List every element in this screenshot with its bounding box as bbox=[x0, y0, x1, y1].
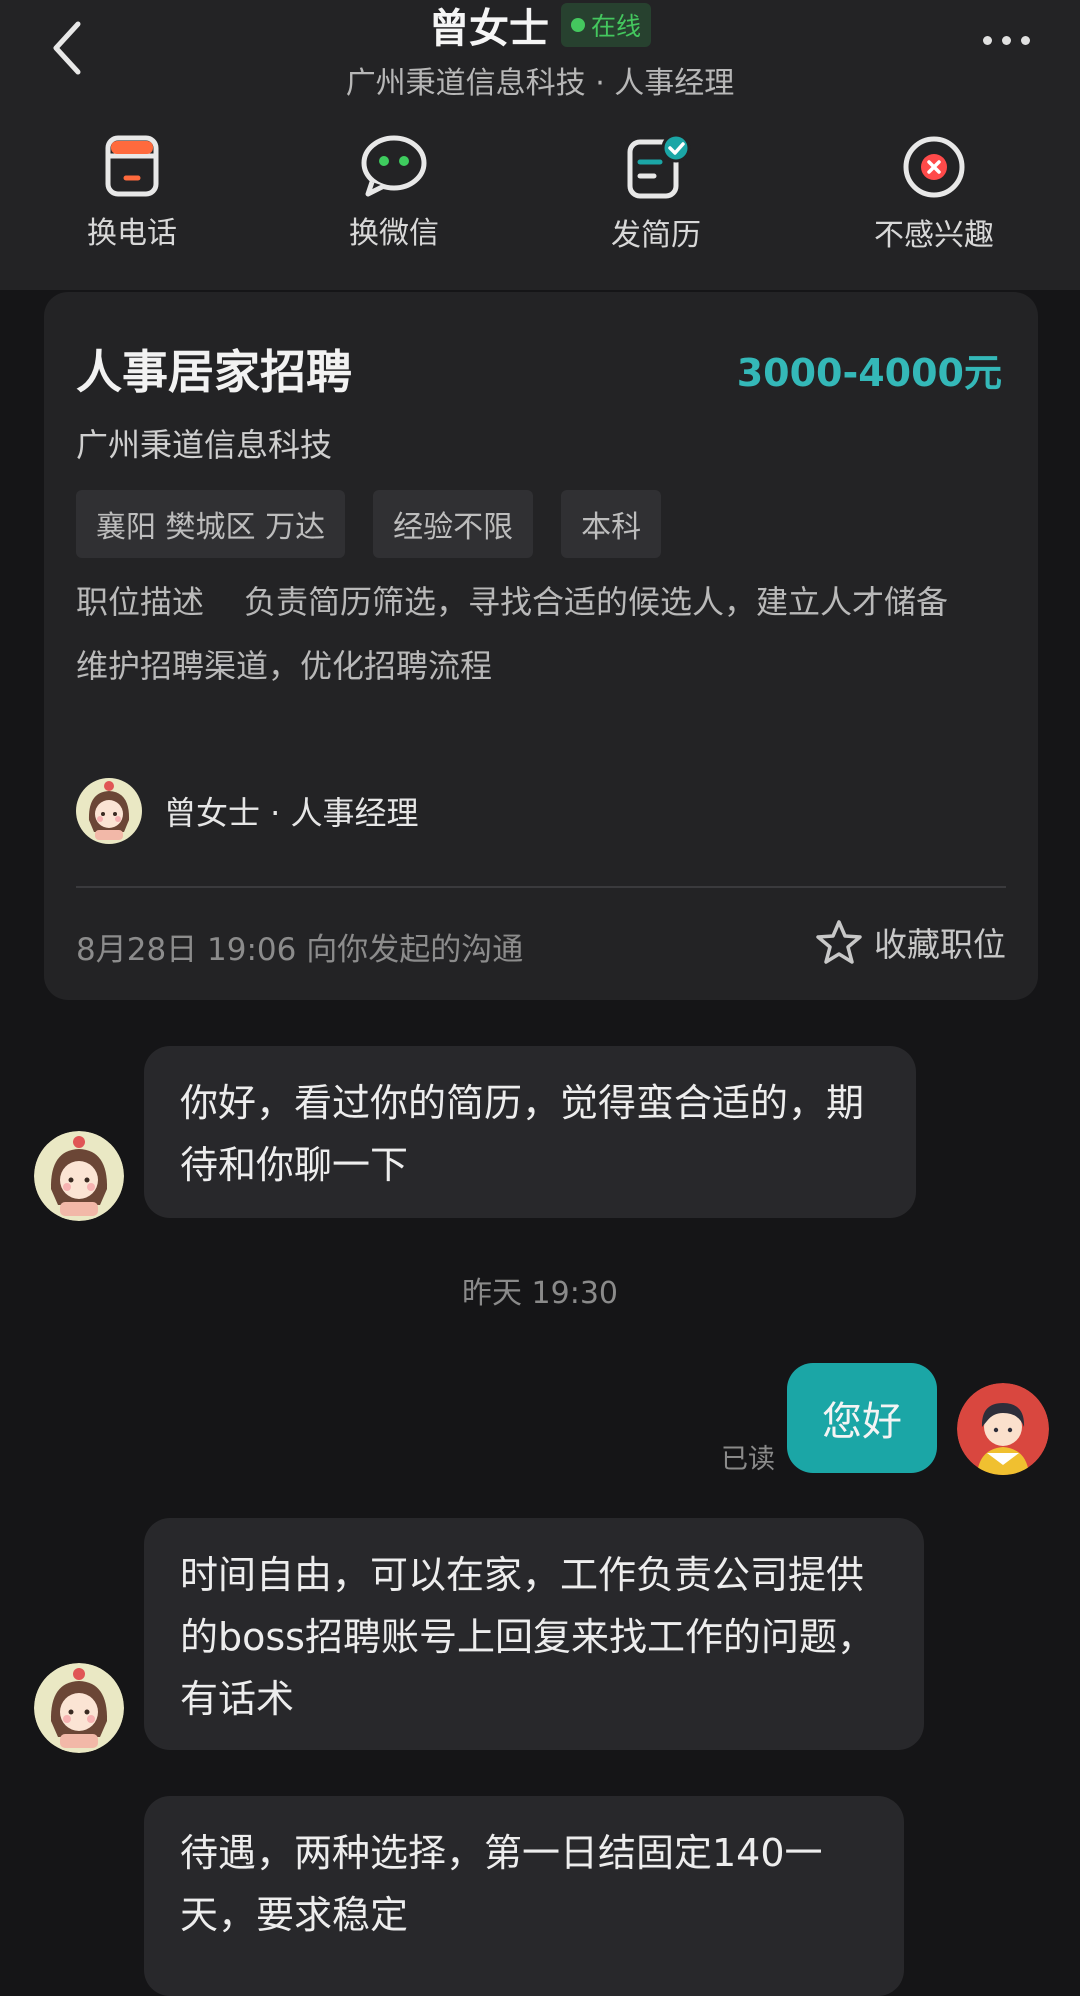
contact-name: 曾女士 bbox=[428, 6, 549, 52]
message-bubble-recruiter[interactable]: 你好，看过你的简历，觉得蛮合适的，期待和你聊一下 bbox=[144, 1046, 916, 1218]
description-label: 职位描述 bbox=[76, 583, 205, 621]
favorite-label: 收藏职位 bbox=[874, 925, 1006, 964]
chat-header: 曾女士 在线 广州秉道信息科技 · 人事经理 换电话 换微信 发简历 不感兴趣 bbox=[0, 0, 1080, 290]
avatar[interactable] bbox=[34, 1131, 124, 1221]
action-label: 换微信 bbox=[349, 216, 439, 251]
job-card[interactable]: 人事居家招聘 3000-4000元 广州秉道信息科技 襄阳 樊城区 万达 经验不… bbox=[44, 292, 1038, 1000]
message-text: 时间自由，可以在家，工作负责公司提供的boss招聘账号上回复来找工作的问题，有话… bbox=[180, 1553, 875, 1721]
more-button[interactable] bbox=[983, 36, 1030, 45]
exchange-phone-button[interactable]: 换电话 bbox=[32, 134, 232, 252]
more-icon bbox=[983, 36, 992, 45]
salary: 3000-4000元 bbox=[736, 351, 1002, 395]
action-label: 换电话 bbox=[87, 216, 177, 251]
job-tags: 襄阳 樊城区 万达 经验不限 本科 bbox=[76, 490, 662, 558]
online-badge: 在线 bbox=[560, 3, 651, 47]
description-line-1: 负责简历筛选，寻找合适的候选人，建立人才储备 bbox=[244, 583, 949, 621]
time-separator: 昨天 19:30 bbox=[462, 1276, 618, 1311]
job-title: 人事居家招聘 bbox=[76, 345, 352, 399]
chat-start-time: 8月28日 19:06 向你发起的沟通 bbox=[76, 932, 524, 968]
online-label: 在线 bbox=[590, 12, 641, 41]
recruiter-name: 曾女士 · 人事经理 bbox=[164, 794, 419, 832]
message-text: 待遇，两种选择，第一日结固定140一天，要求稳定 bbox=[180, 1831, 823, 1937]
contact-subtitle: 广州秉道信息科技 · 人事经理 bbox=[345, 66, 735, 101]
send-resume-button[interactable]: 发简历 bbox=[556, 134, 756, 254]
message-bubble-recruiter[interactable]: 待遇，两种选择，第一日结固定140一天，要求稳定 bbox=[144, 1796, 904, 1996]
not-interested-icon bbox=[903, 136, 965, 198]
phone-icon bbox=[105, 135, 159, 197]
action-label: 发简历 bbox=[611, 218, 701, 253]
tag-education: 本科 bbox=[561, 490, 662, 558]
tag-experience: 经验不限 bbox=[373, 490, 534, 558]
exchange-wechat-button[interactable]: 换微信 bbox=[294, 134, 494, 252]
job-description: 职位描述 负责简历筛选，寻找合适的候选人，建立人才储备 维护招聘渠道，优化招聘流程 bbox=[76, 570, 1016, 698]
avatar bbox=[76, 778, 142, 844]
divider bbox=[76, 886, 1006, 888]
action-label: 不感兴趣 bbox=[874, 218, 994, 253]
message-text: 你好，看过你的简历，觉得蛮合适的，期待和你聊一下 bbox=[180, 1081, 865, 1187]
action-bar: 换电话 换微信 发简历 不感兴趣 bbox=[0, 134, 1080, 264]
not-interested-button[interactable]: 不感兴趣 bbox=[834, 134, 1034, 254]
online-dot-icon bbox=[570, 18, 585, 32]
wechat-icon bbox=[361, 135, 427, 197]
recruiter-info[interactable]: 曾女士 · 人事经理 bbox=[76, 778, 419, 844]
message-text: 您好 bbox=[822, 1399, 902, 1445]
avatar[interactable] bbox=[34, 1663, 124, 1753]
favorite-job-button[interactable]: 收藏职位 bbox=[816, 918, 1006, 966]
description-line-2: 维护招聘渠道，优化招聘流程 bbox=[76, 647, 493, 685]
message-bubble-recruiter[interactable]: 时间自由，可以在家，工作负责公司提供的boss招聘账号上回复来找工作的问题，有话… bbox=[144, 1518, 924, 1750]
tag-location: 襄阳 樊城区 万达 bbox=[76, 490, 346, 558]
my-avatar[interactable] bbox=[957, 1383, 1049, 1475]
message-bubble-me[interactable]: 您好 bbox=[787, 1363, 937, 1473]
resume-icon bbox=[627, 134, 691, 199]
read-status: 已读 bbox=[721, 1444, 775, 1475]
star-icon bbox=[816, 920, 862, 964]
company-name: 广州秉道信息科技 bbox=[76, 426, 333, 464]
title-row: 曾女士 在线 bbox=[0, 0, 1080, 52]
